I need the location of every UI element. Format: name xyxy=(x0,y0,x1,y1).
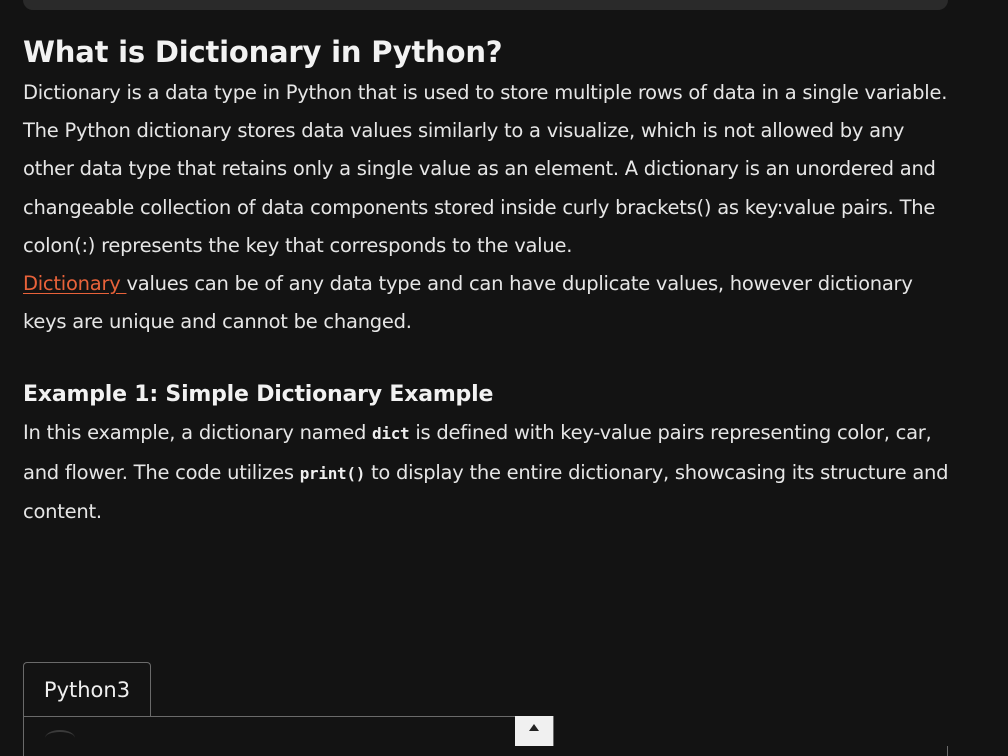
run-circle-icon xyxy=(45,730,75,746)
scroll-up-icon[interactable] xyxy=(529,724,539,731)
inline-code-print: print() xyxy=(299,463,366,483)
output-pane xyxy=(553,716,948,746)
dictionary-link[interactable]: Dictionary xyxy=(23,272,126,295)
article-content: What is Dictionary in Python? Dictionary… xyxy=(23,30,953,531)
intro-paragraph: Dictionary is a data type in Python that… xyxy=(23,81,948,257)
example-heading: Example 1: Simple Dictionary Example xyxy=(23,382,494,408)
dictionary-paragraph: Dictionary values can be of any data typ… xyxy=(23,265,953,341)
example-text-part1: In this example, a dictionary named xyxy=(23,421,373,445)
top-card-edge xyxy=(23,0,948,10)
dictionary-paragraph-text: values can be of any data type and can h… xyxy=(23,272,913,334)
example-description: In this example, a dictionary named dict… xyxy=(23,414,953,531)
code-block: Python3 xyxy=(23,662,948,756)
page-title: What is Dictionary in Python? xyxy=(23,35,503,69)
tab-python3[interactable]: Python3 xyxy=(23,662,151,716)
inline-code-dict: dict xyxy=(372,424,410,444)
scrollbar[interactable] xyxy=(515,716,553,746)
